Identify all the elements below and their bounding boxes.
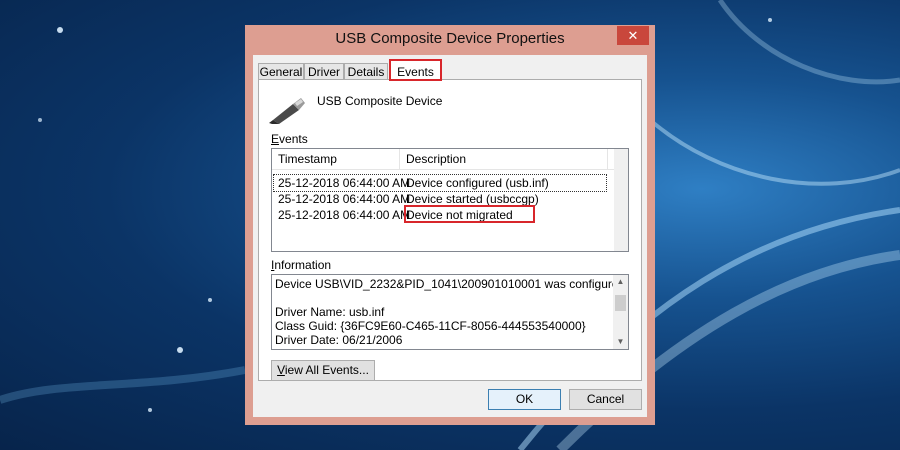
tab-details[interactable]: Details	[344, 63, 388, 80]
window-title: USB Composite Device Properties	[335, 30, 565, 47]
tab-general[interactable]: General	[258, 63, 304, 80]
scroll-down-icon[interactable]: ▼	[613, 335, 628, 349]
event-timestamp: 25-12-2018 06:44:00 AM	[278, 208, 411, 222]
properties-dialog: USB Composite Device Properties ✕ Genera…	[245, 25, 655, 425]
info-line: Driver Name: usb.inf	[275, 305, 385, 319]
events-list[interactable]: Timestamp Description 25-12-2018 06:44:0…	[271, 148, 629, 252]
events-tab-panel: USB Composite Device Events Timestamp De…	[258, 79, 642, 381]
information-scrollbar[interactable]: ▲ ▼	[613, 275, 628, 349]
usb-device-icon	[269, 98, 305, 124]
information-textbox[interactable]: Device USB\VID_2232&PID_1041\20090101000…	[271, 274, 629, 350]
column-header-description[interactable]: Description	[400, 149, 608, 169]
scroll-up-icon[interactable]: ▲	[613, 275, 628, 289]
events-list-scrollbar[interactable]	[614, 149, 628, 251]
ok-button[interactable]: OK	[488, 389, 561, 410]
close-button[interactable]: ✕	[617, 26, 649, 45]
close-icon: ✕	[627, 28, 639, 43]
events-list-header: Timestamp Description	[272, 149, 616, 170]
dialog-client-area: General Driver Details Events USB Compos…	[253, 55, 647, 417]
events-label: Events	[271, 132, 308, 146]
title-bar[interactable]: USB Composite Device Properties ✕	[245, 25, 655, 52]
information-label: Information	[271, 258, 332, 272]
highlight-annotation	[404, 205, 535, 223]
event-row[interactable]: 25-12-2018 06:44:00 AM Device not migrat…	[274, 205, 606, 223]
tab-driver[interactable]: Driver	[304, 63, 344, 80]
cancel-button[interactable]: Cancel	[569, 389, 642, 410]
event-timestamp: 25-12-2018 06:44:00 AM	[278, 192, 411, 206]
info-line: Device USB\VID_2232&PID_1041\20090101000…	[275, 277, 629, 291]
column-header-timestamp[interactable]: Timestamp	[272, 149, 400, 169]
event-row[interactable]: 25-12-2018 06:44:00 AM Device configured…	[273, 174, 607, 192]
info-line: Class Guid: {36FC9E60-C465-11CF-8056-444…	[275, 319, 586, 333]
view-all-events-button[interactable]: View All Events...	[271, 360, 375, 381]
info-line: Driver Date: 06/21/2006	[275, 333, 403, 347]
event-description: Device configured (usb.inf)	[406, 176, 549, 190]
device-name: USB Composite Device	[317, 94, 443, 108]
event-timestamp: 25-12-2018 06:44:00 AM	[278, 176, 411, 190]
tab-events[interactable]: Events	[389, 59, 442, 81]
scroll-thumb[interactable]	[615, 295, 626, 311]
